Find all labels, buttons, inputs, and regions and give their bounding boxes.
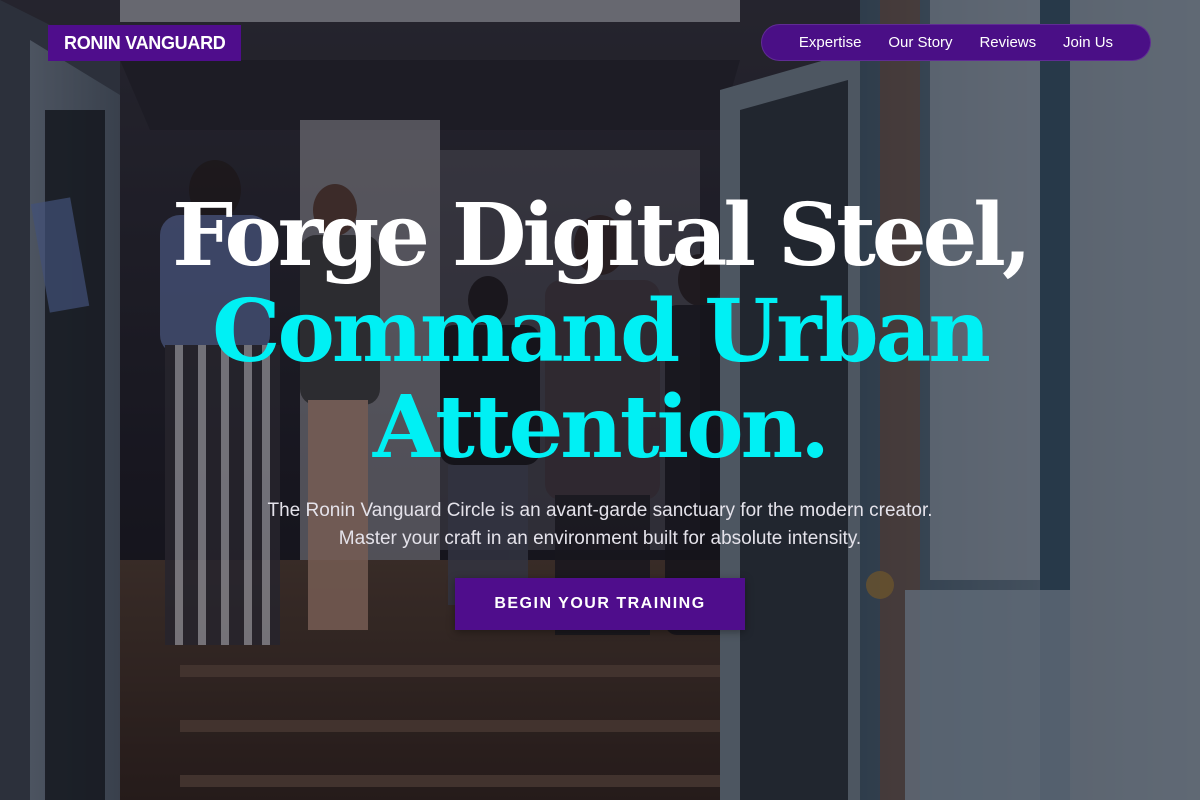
begin-training-button[interactable]: BEGIN YOUR TRAINING: [455, 578, 745, 630]
headline-line-3: Attention.: [372, 377, 830, 478]
hero-subtitle: The Ronin Vanguard Circle is an avant-ga…: [267, 500, 933, 549]
nav-link-reviews[interactable]: Reviews: [979, 34, 1036, 51]
headline-line-2: Command Urban: [212, 281, 991, 382]
nav-link-our-story[interactable]: Our Story: [888, 34, 952, 51]
brand-logo[interactable]: RONIN VANGUARD: [48, 25, 242, 61]
hero-section: RONIN VANGUARD Expertise Our Story Revie…: [0, 0, 1200, 800]
main-nav: Expertise Our Story Reviews Join Us: [761, 24, 1151, 61]
hero-headline: Forge Digital Steel, Command Urban Atten…: [0, 188, 1200, 476]
headline-line-1: Forge Digital Steel,: [172, 185, 1032, 286]
nav-link-join-us[interactable]: Join Us: [1063, 34, 1113, 51]
nav-link-expertise[interactable]: Expertise: [799, 34, 862, 51]
